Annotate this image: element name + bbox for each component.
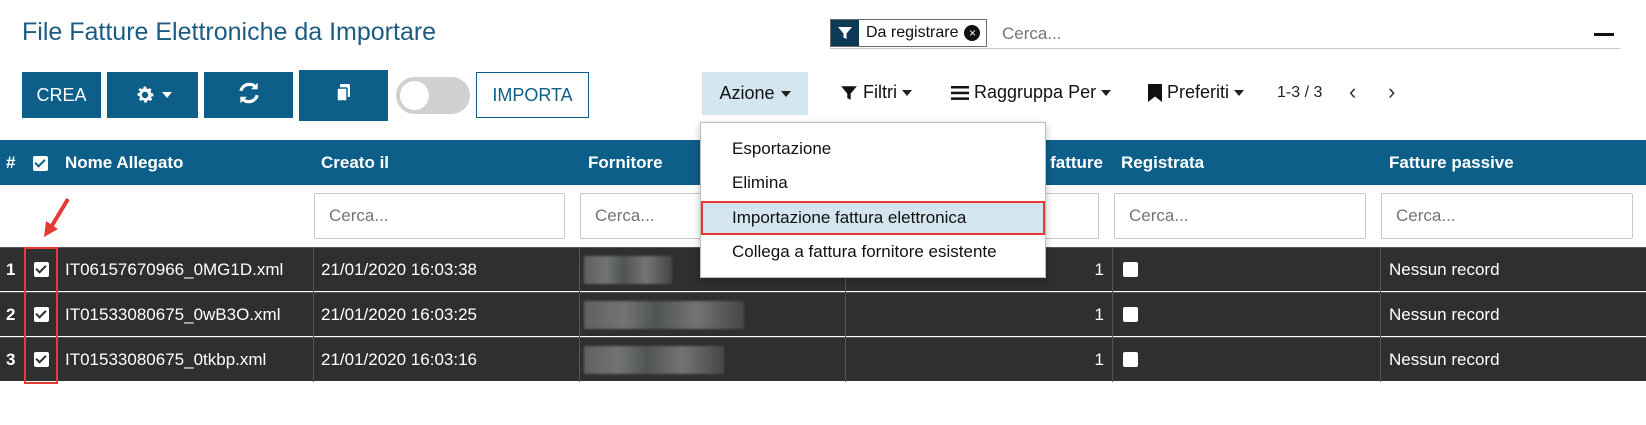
- divider: [1380, 248, 1381, 292]
- col-header-nome[interactable]: Nome Allegato: [65, 153, 183, 173]
- select-all-checkbox[interactable]: [33, 156, 48, 171]
- blurred-fornitore: [584, 346, 724, 374]
- registrata-checkbox[interactable]: [1123, 307, 1138, 322]
- importa-button[interactable]: IMPORTA: [476, 72, 589, 118]
- chevron-left-icon[interactable]: ‹: [1349, 81, 1356, 103]
- registrata-checkbox[interactable]: [1123, 352, 1138, 367]
- search-input[interactable]: [1002, 22, 1402, 46]
- divider: [845, 293, 846, 337]
- preferiti-label: Preferiti: [1167, 82, 1230, 102]
- table-row[interactable]: 3 IT01533080675_0tkbp.xml 21/01/2020 16:…: [0, 337, 1646, 382]
- cell-creato: 21/01/2020 16:03:38: [321, 260, 477, 279]
- filtri-label: Filtri: [863, 82, 897, 102]
- annotation-highlight-box: [24, 247, 58, 384]
- divider: [1112, 293, 1113, 337]
- close-icon[interactable]: ×: [964, 25, 981, 41]
- menu-item-elimina[interactable]: Elimina: [701, 166, 1045, 200]
- cell-count: 1: [1094, 350, 1104, 369]
- registrata-checkbox[interactable]: [1123, 262, 1138, 277]
- cell-nome: IT01533080675_0tkbp.xml: [65, 350, 267, 369]
- azione-label: Azione: [719, 83, 775, 103]
- col-header-fornitore[interactable]: Fornitore: [588, 153, 663, 173]
- crea-button[interactable]: CREA: [22, 72, 101, 118]
- search-facet[interactable]: Da registrare ×: [830, 19, 988, 47]
- row-number: 3: [6, 350, 16, 369]
- cell-passive: Nessun record: [1389, 350, 1500, 369]
- toggle-knob: [400, 81, 429, 110]
- divider: [313, 338, 314, 382]
- list-icon: [951, 85, 969, 100]
- divider: [1380, 293, 1381, 337]
- table-row[interactable]: 2 IT01533080675_0wB3O.xml 21/01/2020 16:…: [0, 292, 1646, 337]
- raggruppa-button[interactable]: Raggruppa Per: [951, 82, 1112, 103]
- facet-label: Da registrare: [866, 24, 959, 41]
- filter-creato-input[interactable]: [314, 193, 565, 239]
- row-number: 1: [6, 260, 16, 279]
- cell-count: 1: [1094, 305, 1104, 324]
- menu-item-collega[interactable]: Collega a fattura fornitore esistente: [701, 235, 1045, 269]
- col-header-num: #: [6, 153, 16, 172]
- divider: [313, 248, 314, 292]
- gear-icon: [134, 84, 172, 106]
- filter-registrata-input[interactable]: [1114, 193, 1366, 239]
- divider: [313, 293, 314, 337]
- divider: [845, 338, 846, 382]
- filter-icon: [841, 85, 857, 100]
- chevron-right-icon[interactable]: ›: [1388, 81, 1395, 103]
- refresh-button[interactable]: [204, 72, 293, 118]
- cell-nome: IT06157670966_0MG1D.xml: [65, 260, 284, 279]
- page-title: File Fatture Elettroniche da Importare: [22, 18, 437, 46]
- blurred-fornitore: [584, 301, 744, 329]
- cell-creato: 21/01/2020 16:03:25: [321, 305, 477, 324]
- chevron-down-icon: [1101, 89, 1112, 96]
- filtri-button[interactable]: Filtri: [840, 82, 912, 103]
- col-header-passive[interactable]: Fatture passive: [1389, 153, 1514, 173]
- col-header-registrata[interactable]: Registrata: [1121, 153, 1204, 173]
- annotation-highlight-box: [701, 201, 1045, 235]
- pager-value[interactable]: 1-3 / 3: [1277, 84, 1322, 102]
- blurred-fornitore: [584, 256, 672, 284]
- col-header-creato[interactable]: Creato il: [321, 153, 389, 173]
- divider: [579, 248, 580, 292]
- menu-item-esportazione[interactable]: Esportazione: [701, 132, 1045, 166]
- cell-passive: Nessun record: [1389, 305, 1500, 324]
- collapse-icon[interactable]: [1594, 33, 1614, 36]
- cell-passive: Nessun record: [1389, 260, 1500, 279]
- divider: [1380, 338, 1381, 382]
- filter-icon: [831, 20, 859, 46]
- bookmark-icon: [1148, 83, 1162, 102]
- raggruppa-label: Raggruppa Per: [974, 82, 1097, 102]
- chevron-down-icon: [780, 90, 791, 97]
- copy-icon: [335, 84, 352, 107]
- toggle-switch[interactable]: [396, 77, 470, 114]
- divider: [579, 338, 580, 382]
- azione-button[interactable]: Azione: [702, 72, 808, 115]
- divider: [1112, 248, 1113, 292]
- cell-creato: 21/01/2020 16:03:16: [321, 350, 477, 369]
- action-dropdown-menu: Esportazione Elimina Importazione fattur…: [700, 122, 1046, 278]
- chevron-down-icon: [1234, 89, 1245, 96]
- search-bar: Da registrare ×: [830, 19, 1620, 49]
- chevron-down-icon: [902, 89, 912, 96]
- copy-button[interactable]: [299, 70, 388, 121]
- cell-nome: IT01533080675_0wB3O.xml: [65, 305, 281, 324]
- preferiti-button[interactable]: Preferiti: [1148, 82, 1245, 103]
- settings-button[interactable]: [107, 72, 198, 118]
- filter-passive-input[interactable]: [1381, 193, 1633, 239]
- divider: [1112, 338, 1113, 382]
- divider: [579, 293, 580, 337]
- refresh-icon: [236, 80, 262, 111]
- annotation-arrow-icon: [44, 197, 70, 237]
- row-number: 2: [6, 305, 16, 324]
